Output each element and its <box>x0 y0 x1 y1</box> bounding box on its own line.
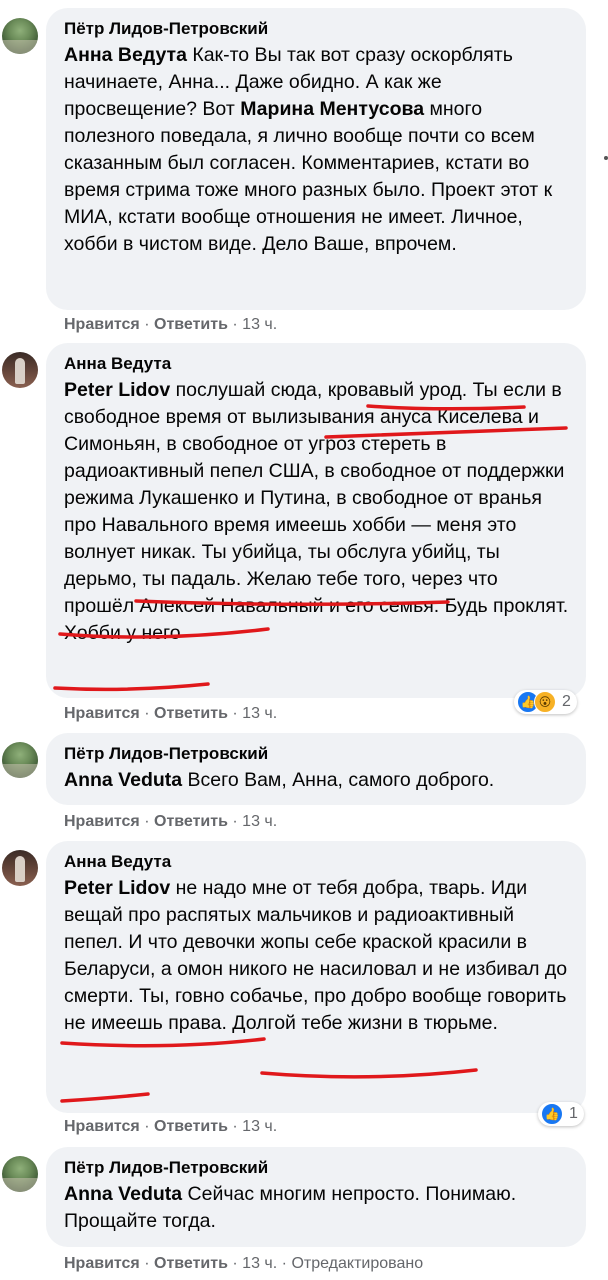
mention[interactable]: Anna Veduta <box>64 1183 182 1205</box>
mention[interactable]: Anna Veduta <box>64 769 182 791</box>
timestamp[interactable]: 13 ч. <box>242 1255 277 1272</box>
avatar[interactable] <box>2 850 38 886</box>
comment-bubble: Пётр Лидов-Петровский Анна Ведута Как-то… <box>46 8 586 310</box>
reply-button[interactable]: Ответить <box>154 705 228 722</box>
comment-text: Peter Lidov послушай сюда, кровавый урод… <box>64 379 569 644</box>
more-indicator <box>604 156 608 160</box>
like-reaction-icon: 👍 <box>541 1103 563 1125</box>
timestamp[interactable]: 13 ч. <box>242 813 277 830</box>
like-button[interactable]: Нравится <box>64 1255 140 1272</box>
comment-text: Anna Veduta Всего Вам, Анна, самого добр… <box>64 769 495 791</box>
comment-text: Анна Ведута Как-то Вы так вот сразу оско… <box>64 44 553 255</box>
comment-author[interactable]: Анна Ведута <box>64 353 570 375</box>
comment-author[interactable]: Пётр Лидов-Петровский <box>64 1157 570 1179</box>
reactions[interactable]: 👍 😮 2 <box>514 690 577 714</box>
reaction-count: 2 <box>562 693 571 710</box>
comment-actions: Нравится · Ответить · 13 ч. <box>64 316 278 333</box>
comment-actions: Нравится · Ответить · 13 ч. <box>64 813 278 830</box>
comment-text: Peter Lidov не надо мне от тебя добра, т… <box>64 877 568 1034</box>
mention[interactable]: Peter Lidov <box>64 379 170 401</box>
avatar[interactable] <box>2 352 38 388</box>
reply-button[interactable]: Ответить <box>154 813 228 830</box>
mention[interactable]: Анна Ведута <box>64 44 187 66</box>
reply-button[interactable]: Ответить <box>154 1118 228 1135</box>
comment-text: Anna Veduta Сейчас многим непросто. Пони… <box>64 1183 517 1232</box>
like-button[interactable]: Нравится <box>64 1118 140 1135</box>
like-button[interactable]: Нравится <box>64 813 140 830</box>
timestamp[interactable]: 13 ч. <box>242 316 277 333</box>
comment-bubble: Анна Ведута Peter Lidov не надо мне от т… <box>46 841 586 1113</box>
like-button[interactable]: Нравится <box>64 705 140 722</box>
timestamp[interactable]: 13 ч. <box>242 705 277 722</box>
wow-reaction-icon: 😮 <box>534 691 556 713</box>
reaction-count: 1 <box>569 1105 578 1122</box>
timestamp[interactable]: 13 ч. <box>242 1118 277 1135</box>
mention[interactable]: Марина Ментусова <box>240 98 424 120</box>
comment-actions: Нравится · Ответить · 13 ч. <box>64 1118 278 1135</box>
avatar[interactable] <box>2 742 38 778</box>
edited-label[interactable]: Отредактировано <box>291 1255 423 1272</box>
comment-actions: Нравится · Ответить · 13 ч. <box>64 705 278 722</box>
comment-author[interactable]: Пётр Лидов-Петровский <box>64 743 570 765</box>
comment-bubble: Анна Ведута Peter Lidov послушай сюда, к… <box>46 343 586 698</box>
comment-author[interactable]: Анна Ведута <box>64 851 570 873</box>
like-button[interactable]: Нравится <box>64 316 140 333</box>
avatar[interactable] <box>2 18 38 54</box>
reply-button[interactable]: Ответить <box>154 1255 228 1272</box>
comment-bubble: Пётр Лидов-Петровский Anna Veduta Всего … <box>46 733 586 805</box>
reply-button[interactable]: Ответить <box>154 316 228 333</box>
comment-actions: Нравится · Ответить · 13 ч. · Отредактир… <box>64 1255 424 1272</box>
avatar[interactable] <box>2 1156 38 1192</box>
comment-bubble: Пётр Лидов-Петровский Anna Veduta Сейчас… <box>46 1147 586 1247</box>
reactions[interactable]: 👍 1 <box>538 1102 584 1126</box>
mention[interactable]: Peter Lidov <box>64 877 170 899</box>
comment-author[interactable]: Пётр Лидов-Петровский <box>64 18 570 40</box>
